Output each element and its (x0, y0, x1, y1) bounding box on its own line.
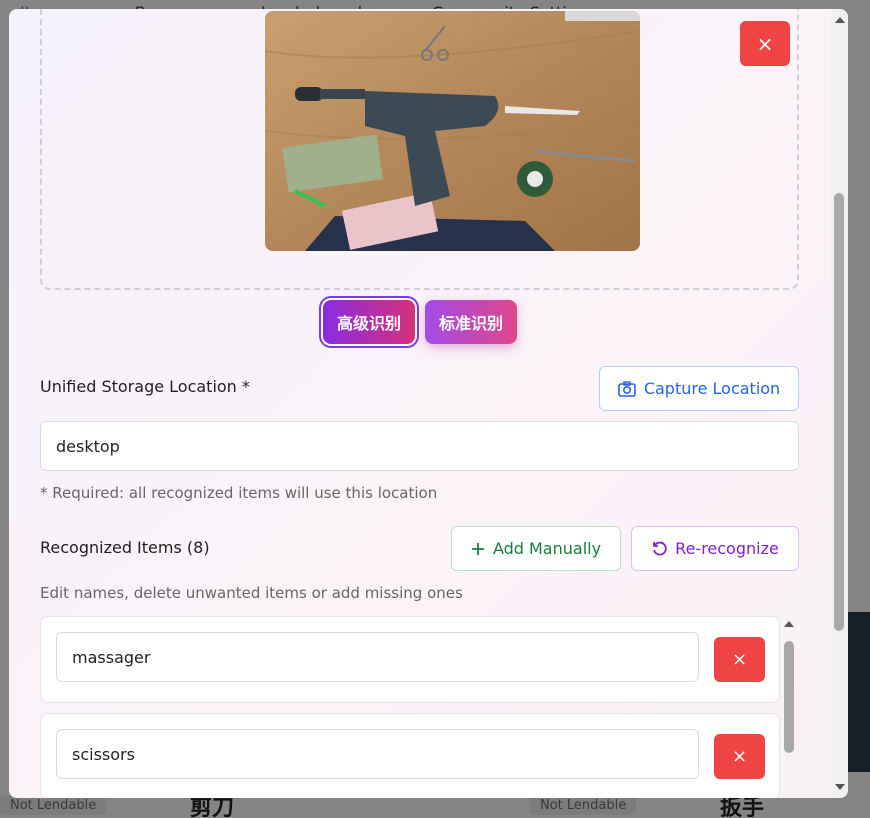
photo-dropzone[interactable]: × (40, 9, 799, 290)
recognized-items-list[interactable]: × × (40, 616, 780, 798)
camera-icon (618, 380, 636, 397)
list-item: × (40, 713, 780, 798)
modal-scrollbar[interactable] (831, 9, 848, 798)
delete-item-button[interactable]: × (714, 637, 765, 682)
recognition-modal: × 高级识别 标准识别 Unified Storage Location * C… (9, 9, 848, 798)
storage-location-help: * Required: all recognized items will us… (40, 484, 438, 502)
item-name-input[interactable] (56, 632, 699, 682)
items-list-scrollbar[interactable] (783, 621, 795, 798)
re-recognize-label: Re-recognize (675, 539, 779, 558)
capture-location-button[interactable]: Capture Location (599, 366, 799, 411)
scroll-up-icon[interactable] (835, 17, 845, 23)
storage-location-input[interactable] (40, 421, 799, 471)
add-manually-button[interactable]: Add Manually (451, 526, 621, 571)
items-help: Edit names, delete unwanted items or add… (40, 584, 463, 602)
close-icon: × (731, 746, 748, 767)
uploaded-photo (265, 11, 640, 251)
scroll-thumb[interactable] (784, 641, 794, 753)
recognized-items-title: Recognized Items (8) (40, 538, 210, 557)
capture-location-label: Capture Location (643, 379, 781, 398)
re-recognize-button[interactable]: Re-recognize (631, 526, 799, 571)
plus-icon (471, 542, 484, 555)
scroll-thumb[interactable] (834, 193, 844, 631)
close-icon: × (756, 31, 774, 56)
list-item: × (40, 616, 780, 703)
scroll-down-icon[interactable] (835, 784, 845, 790)
scroll-up-icon[interactable] (784, 621, 794, 627)
standard-recognition-button[interactable]: 标准识别 (425, 300, 518, 344)
delete-item-button[interactable]: × (714, 734, 765, 779)
add-manually-label: Add Manually (492, 539, 602, 558)
close-icon: × (731, 649, 748, 670)
storage-location-label: Unified Storage Location * (40, 377, 250, 396)
refresh-icon (653, 541, 667, 555)
item-name-input[interactable] (56, 729, 699, 779)
recognition-mode-row: 高级识别 标准识别 (9, 300, 831, 344)
advanced-recognition-button[interactable]: 高级识别 (322, 300, 415, 344)
remove-photo-button[interactable]: × (740, 21, 790, 66)
